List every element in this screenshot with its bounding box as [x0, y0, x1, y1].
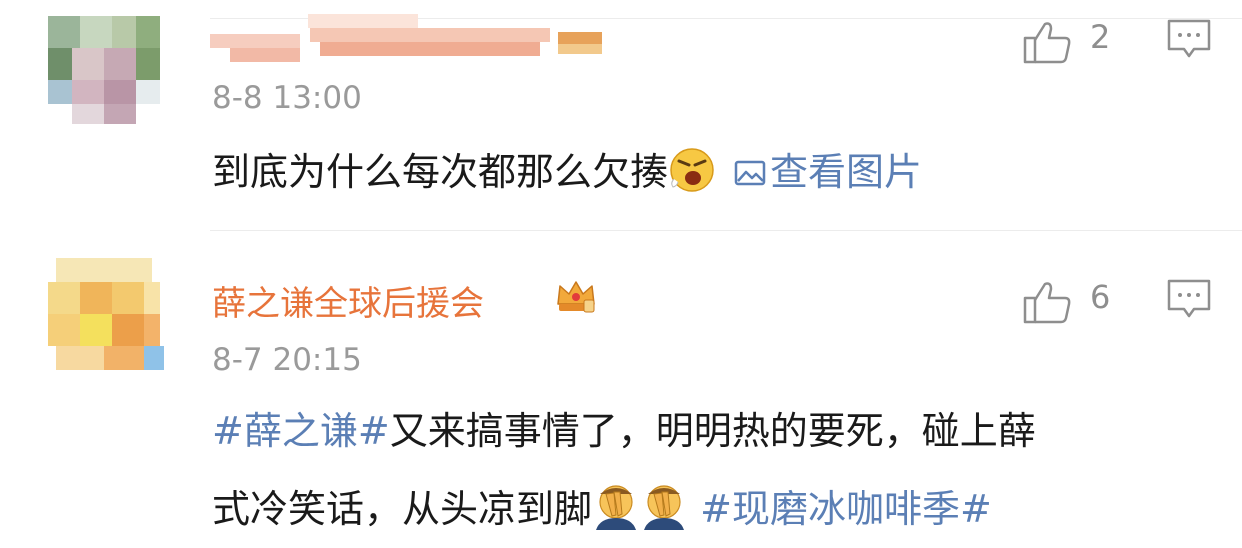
divider — [210, 230, 1242, 231]
comment-icon[interactable] — [1166, 18, 1212, 62]
comment-text: 到底为什么每次都那么欠揍 查看图片 — [212, 133, 922, 211]
image-icon — [734, 160, 766, 186]
comment-item: 8-8 13:00 到底为什么每次都那么欠揍 查看图片 2 — [0, 0, 1242, 230]
angry-face-emoji — [670, 148, 714, 192]
crown-badge-icon — [557, 281, 595, 313]
topic-tag-link[interactable]: #现磨冰咖啡季# — [700, 487, 992, 531]
like-count: 6 — [1090, 278, 1111, 316]
facepalm-emoji — [596, 485, 637, 530]
like-count: 2 — [1090, 18, 1111, 56]
facepalm-emoji — [644, 485, 685, 530]
comment-line-1: #薛之谦#又来搞事情了，明明热的要死，碰上薛 — [212, 392, 1036, 470]
comment-line-2: 式冷笑话，从头凉到脚 #现磨冰咖啡季# — [212, 470, 1036, 548]
comment-time: 8-8 13:00 — [212, 80, 362, 116]
comment-body: 到底为什么每次都那么欠揍 — [212, 150, 669, 194]
comment-icon[interactable] — [1166, 278, 1212, 322]
view-image-link[interactable]: 查看图片 — [716, 150, 922, 194]
comment-body: 又来搞事情了，明明热的要死，碰上薛 — [389, 409, 1036, 453]
avatar[interactable] — [40, 250, 168, 378]
comment-body: 式冷笑话，从头凉到脚 — [212, 487, 593, 531]
comment-item: 薛之谦全球后援会 8-7 20:15 #薛之谦#又来搞事情了，明明热的要死，碰上… — [0, 230, 1242, 545]
author-name[interactable]: 薛之谦全球后援会 — [212, 276, 484, 325]
author-name-blurred[interactable] — [210, 14, 605, 62]
topic-tag-link[interactable]: #薛之谦# — [212, 409, 390, 453]
view-image-label: 查看图片 — [770, 150, 923, 194]
comment-time: 8-7 20:15 — [212, 342, 362, 378]
thumbs-up-icon[interactable] — [1021, 18, 1075, 66]
thumbs-up-icon[interactable] — [1021, 278, 1075, 326]
comment-text: #薛之谦#又来搞事情了，明明热的要死，碰上薛 式冷笑话，从头凉到脚 #现磨冰咖啡… — [212, 392, 1036, 548]
avatar[interactable] — [40, 0, 168, 128]
